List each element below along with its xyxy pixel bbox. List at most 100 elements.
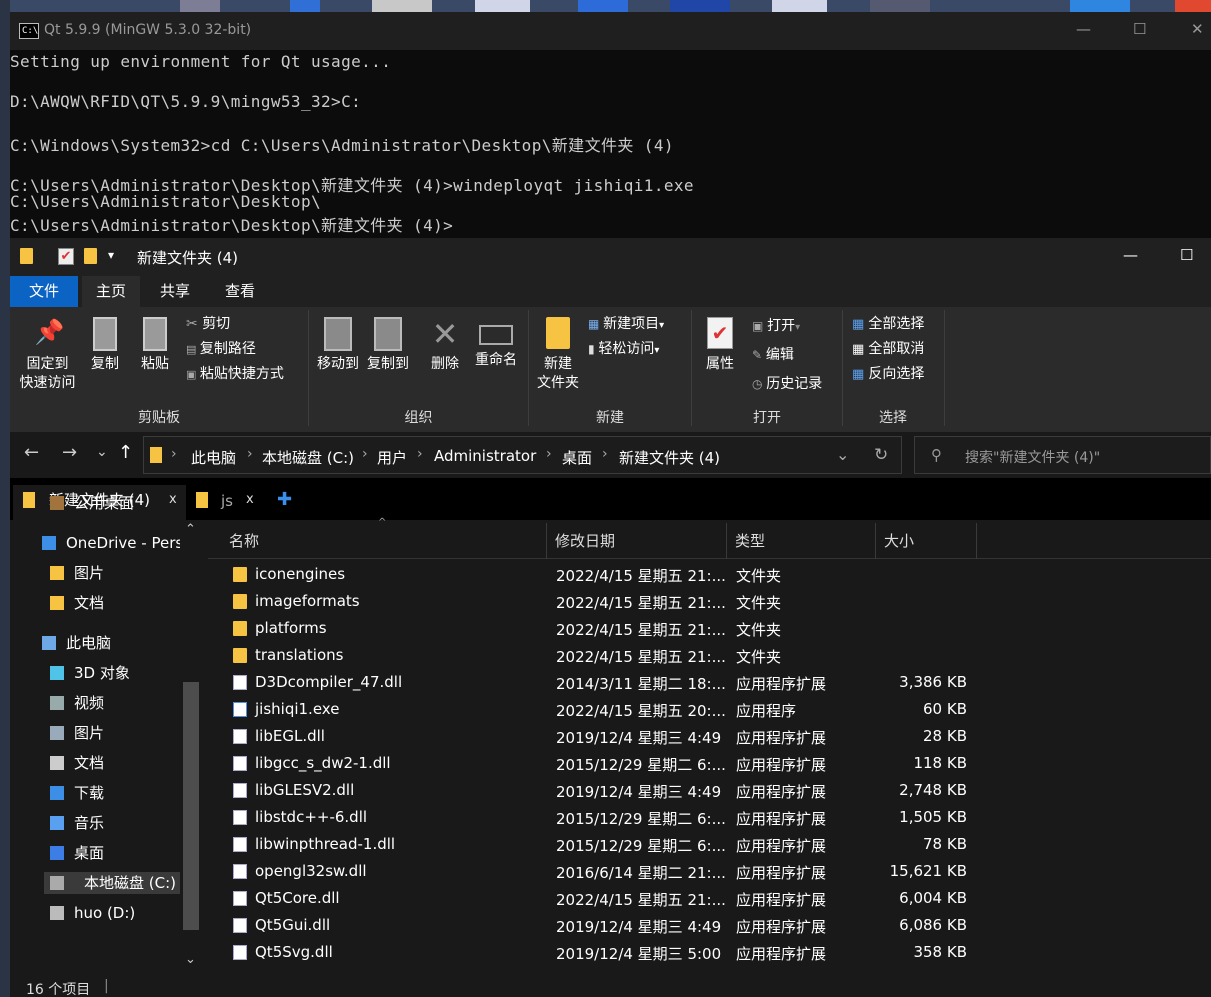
sidebar-scroll-up-icon[interactable]: ⌃ xyxy=(185,522,196,537)
sidebar-item[interactable]: 文档 xyxy=(50,592,180,614)
properties-check-icon[interactable]: ✔ xyxy=(58,248,74,265)
sidebar-item[interactable]: 3D 对象 xyxy=(50,662,180,684)
file-row[interactable]: platforms 2022/4/15 星期五 21:... 文件夹 xyxy=(208,615,1211,642)
copy-path-label: 复制路径 xyxy=(199,341,256,357)
sidebar-item[interactable]: 公用桌面 xyxy=(50,492,180,514)
tab-file[interactable]: 文件 xyxy=(10,276,78,307)
file-row[interactable]: jishiqi1.exe 2022/4/15 星期五 20:... 应用程序 60 K… xyxy=(208,696,1211,723)
refresh-icon[interactable]: ↻ xyxy=(874,445,888,465)
explorer-maximize-button[interactable]: ☐ xyxy=(1180,246,1193,264)
new-folder-qat-icon[interactable] xyxy=(84,248,97,264)
search-input[interactable]: ⚲ 搜索"新建文件夹 (4)" xyxy=(914,436,1211,474)
pin-quick-access-button[interactable]: 📌 固定到 快速访问 xyxy=(15,317,80,393)
ribbon-tab-bar: 文件 主页 共享 查看 xyxy=(10,276,1211,307)
copy-path-button[interactable]: ▤ 复制路径 xyxy=(186,340,256,359)
tab-close-icon[interactable]: x xyxy=(246,485,254,515)
copy-to-button[interactable]: 复制到 xyxy=(363,317,413,374)
folder-icon xyxy=(150,447,162,463)
column-header-name[interactable]: 名称 xyxy=(221,523,547,559)
file-row[interactable]: libGLESV2.dll 2019/12/4 星期三 4:49 应用程序扩展 2,7… xyxy=(208,777,1211,804)
invert-selection-button[interactable]: ▦ 反向选择 xyxy=(852,365,924,384)
easy-access-button[interactable]: ▮ 轻松访问▾ xyxy=(588,340,659,360)
move-to-label: 移动到 xyxy=(317,356,359,372)
file-row[interactable]: translations 2022/4/15 星期五 21:... 文件夹 xyxy=(208,642,1211,669)
new-item-label: 新建项目 xyxy=(603,316,660,332)
file-row[interactable]: opengl32sw.dll 2016/6/14 星期二 21:... 应用程序扩展… xyxy=(208,858,1211,885)
breadcrumb-current-folder[interactable]: 新建文件夹 (4) xyxy=(619,447,720,468)
column-header-size[interactable]: 大小 xyxy=(876,523,977,559)
paste-button[interactable]: 粘贴 xyxy=(135,317,175,374)
explorer-minimize-button[interactable]: — xyxy=(1123,246,1138,264)
file-row[interactable]: Qt5Svg.dll 2019/12/4 星期三 5:00 应用程序扩展 358 KB xyxy=(208,939,1211,966)
file-row[interactable]: imageformats 2022/4/15 星期五 21:... 文件夹 xyxy=(208,588,1211,615)
tab-share[interactable]: 共享 xyxy=(146,276,204,307)
file-row[interactable]: libEGL.dll 2019/12/4 星期三 4:49 应用程序扩展 28 KB xyxy=(208,723,1211,750)
sidebar-item[interactable]: OneDrive - Perso xyxy=(42,532,180,554)
breadcrumb-users[interactable]: 用户 xyxy=(377,447,407,468)
console-maximize-button[interactable]: ☐ xyxy=(1133,20,1146,38)
address-bar[interactable]: › 此电脑 › 本地磁盘 (C:) › 用户 › Administrator ›… xyxy=(143,436,902,474)
sidebar-item[interactable]: 此电脑 xyxy=(42,632,180,654)
sidebar-item[interactable]: 下载 xyxy=(50,782,180,804)
file-row[interactable]: Qt5Core.dll 2022/4/15 星期五 21:... 应用程序扩展 6,0… xyxy=(208,885,1211,912)
sidebar-item-icon xyxy=(50,786,64,800)
file-row[interactable]: D3Dcompiler_47.dll 2014/3/11 星期二 18:... 应用… xyxy=(208,669,1211,696)
add-tab-icon[interactable]: ✚ xyxy=(277,489,292,510)
file-size: 1,505 KB xyxy=(899,808,967,826)
sidebar-item[interactable]: huo (D:) xyxy=(50,902,180,924)
address-dropdown-icon[interactable]: ⌄ xyxy=(836,445,849,464)
cut-button[interactable]: ✂ 剪切 xyxy=(186,315,230,334)
sidebar-scrollbar-thumb[interactable] xyxy=(183,682,199,930)
sidebar-item-icon xyxy=(50,816,64,830)
copy-button[interactable]: 复制 xyxy=(85,317,125,374)
sidebar-item[interactable]: 视频 xyxy=(50,692,180,714)
breadcrumb-administrator[interactable]: Administrator xyxy=(434,447,536,465)
breadcrumb-desktop[interactable]: 桌面 xyxy=(562,447,592,468)
forward-arrow-icon[interactable]: → xyxy=(62,442,77,463)
easy-access-label: 轻松访问 xyxy=(598,341,655,357)
file-row[interactable]: libwinpthread-1.dll 2015/12/29 星期二 6:... 应… xyxy=(208,831,1211,858)
qat-dropdown-icon[interactable]: ▾ xyxy=(108,248,114,262)
open-button[interactable]: ▣ 打开▾ xyxy=(752,317,800,337)
edit-button[interactable]: ✎ 编辑 xyxy=(752,346,794,365)
file-date: 2022/4/15 星期五 21:... xyxy=(556,891,726,909)
file-row[interactable]: iconengines 2022/4/15 星期五 21:... 文件夹 xyxy=(208,561,1211,588)
new-folder-button[interactable]: 新建 文件夹 xyxy=(533,317,583,393)
tab-home[interactable]: 主页 xyxy=(82,276,140,307)
up-arrow-icon[interactable]: ↑ xyxy=(118,442,133,463)
recent-locations-icon[interactable]: ⌄ xyxy=(96,444,108,460)
sidebar-item[interactable]: 图片 xyxy=(50,722,180,744)
column-header-type[interactable]: 类型 xyxy=(727,523,876,559)
sidebar-scroll-down-icon[interactable]: ⌄ xyxy=(185,952,196,967)
console-minimize-button[interactable]: — xyxy=(1076,20,1091,38)
history-button[interactable]: ◷ 历史记录 xyxy=(752,375,822,394)
sidebar-item[interactable]: 图片 xyxy=(50,562,180,584)
breadcrumb-separator: › xyxy=(362,446,368,462)
select-all-button[interactable]: ▦ 全部选择 xyxy=(852,315,924,334)
properties-button[interactable]: ✔ 属性 xyxy=(698,317,742,374)
breadcrumb-local-disk[interactable]: 本地磁盘 (C:) xyxy=(262,447,354,468)
file-row[interactable]: libstdc++-6.dll 2015/12/29 星期二 6:... 应用程序扩… xyxy=(208,804,1211,831)
delete-button[interactable]: ✕ 删除 xyxy=(423,317,467,374)
select-none-button[interactable]: ▦ 全部取消 xyxy=(852,340,924,359)
paste-shortcut-button[interactable]: ▣ 粘贴快捷方式 xyxy=(186,365,284,384)
sidebar-item[interactable]: 音乐 xyxy=(50,812,180,834)
sidebar-item[interactable]: 文档 xyxy=(50,752,180,774)
tab-view[interactable]: 查看 xyxy=(211,276,269,307)
move-to-button[interactable]: 移动到 xyxy=(313,317,363,374)
column-header-date[interactable]: 修改日期 xyxy=(547,523,727,559)
sidebar-item-label: 视频 xyxy=(74,694,105,712)
sidebar-item[interactable]: 桌面 xyxy=(50,842,180,864)
breadcrumb-separator: › xyxy=(171,446,177,462)
folder-tab-js[interactable]: js x xyxy=(188,485,264,520)
rename-button[interactable]: 重命名 xyxy=(470,317,522,370)
console-close-button[interactable]: ✕ xyxy=(1191,20,1204,38)
back-arrow-icon[interactable]: ← xyxy=(24,442,39,463)
sidebar-item[interactable]: 本地磁盘 (C:) xyxy=(44,872,180,894)
file-row[interactable]: Qt5Gui.dll 2019/12/4 星期三 4:49 应用程序扩展 6,086 … xyxy=(208,912,1211,939)
new-item-button[interactable]: ▦ 新建项目▾ xyxy=(588,315,664,335)
file-type: 应用程序扩展 xyxy=(736,810,827,828)
file-row[interactable]: libgcc_s_dw2-1.dll 2015/12/29 星期二 6:... 应用… xyxy=(208,750,1211,777)
breadcrumb-this-pc[interactable]: 此电脑 xyxy=(191,447,236,468)
sidebar-item-label: 公用桌面 xyxy=(74,494,135,512)
